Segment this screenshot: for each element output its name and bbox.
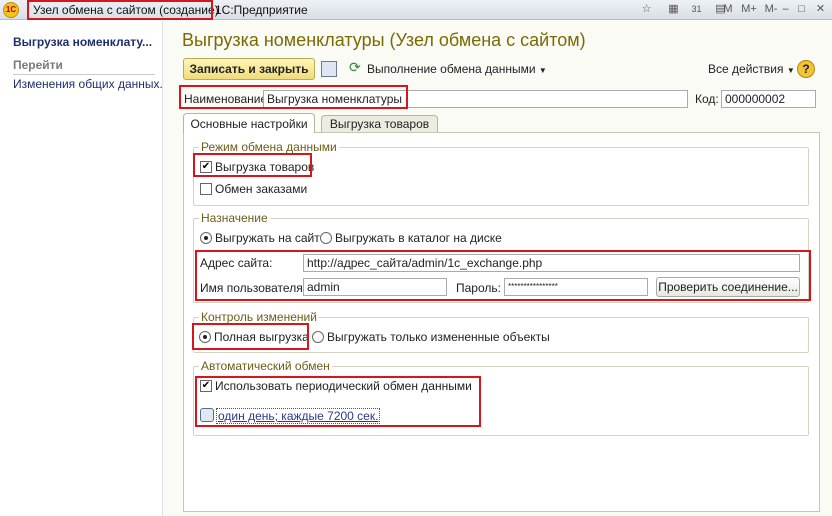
changed-only-radio[interactable]: [312, 331, 324, 343]
save-disk-icon[interactable]: [321, 61, 337, 77]
highlight-box: [195, 376, 481, 427]
orders-exchange-label[interactable]: Обмен заказами: [215, 182, 307, 196]
sidebar: [0, 21, 163, 516]
refresh-icon: ⟳: [349, 59, 361, 75]
orders-exchange-checkbox[interactable]: [200, 183, 212, 195]
calculator-icon[interactable]: ▦: [665, 2, 682, 18]
highlight-box: [193, 153, 312, 177]
to-site-label[interactable]: Выгружать на сайт: [215, 231, 320, 245]
page-title: Выгрузка номенклатуры (Узел обмена с сай…: [182, 30, 586, 50]
favorite-icon[interactable]: ☆: [638, 2, 655, 18]
auto-exchange-title: Автоматический обмен: [199, 359, 332, 373]
sidebar-item-upload[interactable]: Выгрузка номенклату...: [13, 35, 152, 49]
minimize-icon[interactable]: –: [777, 2, 794, 18]
tab-goods-upload[interactable]: Выгрузка товаров: [321, 115, 438, 133]
code-field[interactable]: 000000002: [721, 90, 816, 108]
highlight-box: [179, 85, 408, 109]
close-icon[interactable]: ✕: [812, 2, 829, 18]
save-close-button[interactable]: Записать и закрыть: [183, 58, 315, 80]
memory-plus-button[interactable]: M+: [739, 2, 759, 18]
changes-control-title: Контроль изменений: [199, 310, 319, 324]
calendar-icon[interactable]: 31: [688, 2, 705, 18]
mode-group-title: Режим обмена данными: [199, 140, 339, 154]
changed-only-label[interactable]: Выгружать только измененные объекты: [327, 330, 550, 344]
maximize-icon[interactable]: □: [793, 2, 810, 18]
chevron-down-icon: ▼: [538, 66, 547, 75]
app-logo-icon[interactable]: 1С: [3, 2, 19, 18]
chevron-down-icon: ▼: [786, 66, 795, 75]
help-icon[interactable]: ?: [797, 60, 815, 78]
exchange-menu-label: Выполнение обмена данными: [367, 62, 536, 76]
to-disk-radio[interactable]: [320, 232, 332, 244]
tab-main-settings[interactable]: Основные настройки: [183, 113, 315, 133]
sidebar-section-goto: Перейти: [13, 58, 155, 75]
destination-group-title: Назначение: [199, 211, 270, 225]
code-label: Код:: [695, 92, 719, 106]
exchange-menu[interactable]: Выполнение обмена данными ▼: [367, 62, 547, 76]
memory-button[interactable]: M: [719, 2, 737, 18]
to-site-radio[interactable]: [200, 232, 212, 244]
highlight-box: [195, 250, 811, 301]
all-actions-menu[interactable]: Все действия ▼: [708, 62, 795, 76]
highlight-box: [192, 323, 309, 350]
all-actions-label: Все действия: [708, 62, 784, 76]
to-disk-label[interactable]: Выгружать в каталог на диске: [335, 231, 502, 245]
sidebar-item-changes[interactable]: Изменения общих данных...: [13, 77, 170, 91]
window-app-name: 1С:Предприятие: [215, 3, 308, 17]
highlight-box: [27, 0, 213, 20]
